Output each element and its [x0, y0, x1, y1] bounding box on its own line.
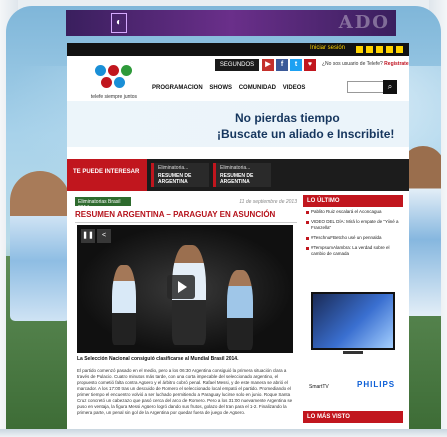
promo-line-1: No pierdas tiempo	[235, 111, 340, 125]
list-item[interactable]: VIDEO DEL DÍA: Mirá lo empate de "Yiiné …	[303, 217, 403, 233]
nav-item-programacion[interactable]: PROGRAMACION	[152, 85, 203, 91]
pause-icon[interactable]: ❚❚	[81, 229, 95, 243]
logo-dot-icon	[114, 77, 125, 88]
facebook-icon[interactable]: f	[276, 59, 288, 71]
logo-dot-icon	[101, 77, 112, 88]
topbar-icon[interactable]	[366, 46, 373, 53]
list-item[interactable]: #TempsumAlambra: La verdad sobre el camb…	[303, 243, 403, 259]
topbar-icon[interactable]	[396, 46, 403, 53]
lo-ultimo-title: LO ÚLTIMO	[303, 195, 403, 207]
article-column: Eliminatorias Brasil 2014 11 de septiemb…	[75, 195, 297, 437]
interest-card[interactable]: Eliminatoria... RESUMEN DE ARGENTINA	[151, 163, 209, 187]
article-category-badge[interactable]: Eliminatorias Brasil 2014	[75, 197, 131, 211]
article-date: 11 de septiembre de 2013	[239, 199, 297, 205]
promo-line-2: ¡Buscate un aliado e Inscribite!	[217, 127, 395, 141]
philips-logo: PHILIPS	[357, 380, 396, 389]
segundos-button[interactable]: SEGUNDOS	[215, 59, 259, 71]
logo-dot-icon	[108, 65, 119, 76]
twitter-icon[interactable]: t	[290, 59, 302, 71]
tv-image	[311, 292, 395, 350]
video-player[interactable]: ❚❚ <	[77, 225, 293, 353]
top-bar: Iniciar sesión	[67, 43, 409, 56]
video-caption: La Selección Nacional consiguió clasific…	[77, 356, 239, 362]
topbar-icon[interactable]	[386, 46, 393, 53]
article-headline: RESUMEN ARGENTINA – PARAGUAY EN ASUNCIÓN	[75, 210, 297, 223]
register-link[interactable]: Registrate	[384, 61, 408, 67]
browser-screen: ◐ ADO Iniciar sesión telefe siempre junt…	[6, 6, 441, 437]
play-icon[interactable]	[167, 275, 195, 299]
player-image-left	[10, 171, 70, 321]
topbar-icon[interactable]	[376, 46, 383, 53]
logo-dot-icon	[95, 65, 106, 76]
top-ad-banner[interactable]: ◐ ADO	[66, 10, 396, 36]
banner-logo-icon: ◐	[111, 13, 127, 33]
lo-ultimo-list: Pablito Ruiz escalará el Aconcagua VIDEO…	[303, 207, 403, 259]
player-figure	[227, 270, 253, 350]
philips-ad[interactable]: SmartTV PHILIPS	[303, 280, 403, 406]
interest-card-category: Eliminatoria...	[220, 165, 251, 171]
banner-ad-text: ADO	[338, 12, 390, 33]
nav-item-videos[interactable]: VIDEOS	[283, 85, 306, 91]
youtube-icon[interactable]: ▶	[262, 59, 274, 71]
window-frame-bottom	[0, 429, 447, 437]
smarttv-label: SmartTV	[309, 384, 329, 390]
article-body: El partido comenzó pasado en el medio, p…	[77, 368, 293, 415]
interest-card[interactable]: Eliminatoria... RESUMEN DE ARGENTINA	[213, 163, 271, 187]
interest-card-title: RESUMEN DE ARGENTINA	[158, 173, 192, 185]
topbar-icon[interactable]	[356, 46, 363, 53]
telefe-logo[interactable]: telefe siempre juntos	[81, 61, 147, 103]
player-figure	[112, 265, 136, 345]
logo-tagline: telefe siempre juntos	[90, 94, 138, 100]
nav-item-shows[interactable]: SHOWS	[209, 85, 232, 91]
list-item[interactable]: Pablito Ruiz escalará el Aconcagua	[303, 207, 403, 217]
interest-card-category: Eliminatoria...	[158, 165, 189, 171]
register-prompt: ¿No sos usuario de Telefe? Registrate	[322, 61, 409, 67]
heart-icon[interactable]: ♥	[304, 59, 316, 71]
page-content: Iniciar sesión telefe siempre juntos SEG…	[67, 43, 409, 437]
site-header: telefe siempre juntos SEGUNDOS ▶ f t ♥ ¿…	[67, 56, 409, 101]
search-icon[interactable]: ⌕	[383, 80, 397, 94]
main-nav: PROGRAMACION SHOWS COMUNIDAD VIDEOS	[152, 85, 310, 95]
interest-bar: TE PUEDE INTERESAR Eliminatoria... RESUM…	[67, 159, 409, 191]
interest-card-title: RESUMEN DE ARGENTINA	[220, 173, 254, 185]
register-prompt-text: ¿No sos usuario de Telefe?	[322, 61, 383, 67]
interest-label: TE PUEDE INTERESAR	[67, 159, 147, 191]
promo-banner[interactable]: No pierdas tiempo ¡Buscate un aliado e I…	[67, 101, 409, 147]
tv-stand	[343, 351, 363, 354]
list-item[interactable]: #TeschnuFBetcho usé un pennalda	[303, 233, 403, 243]
login-link[interactable]: Iniciar sesión	[310, 45, 345, 51]
share-icon[interactable]: <	[97, 229, 111, 243]
nav-item-comunidad[interactable]: COMUNIDAD	[239, 85, 276, 91]
logo-dot-icon	[121, 65, 132, 76]
sidebar: LO ÚLTIMO Pablito Ruiz escalará el Aconc…	[303, 195, 403, 437]
mas-visto-title: LO MÁS VISTO	[303, 411, 403, 423]
